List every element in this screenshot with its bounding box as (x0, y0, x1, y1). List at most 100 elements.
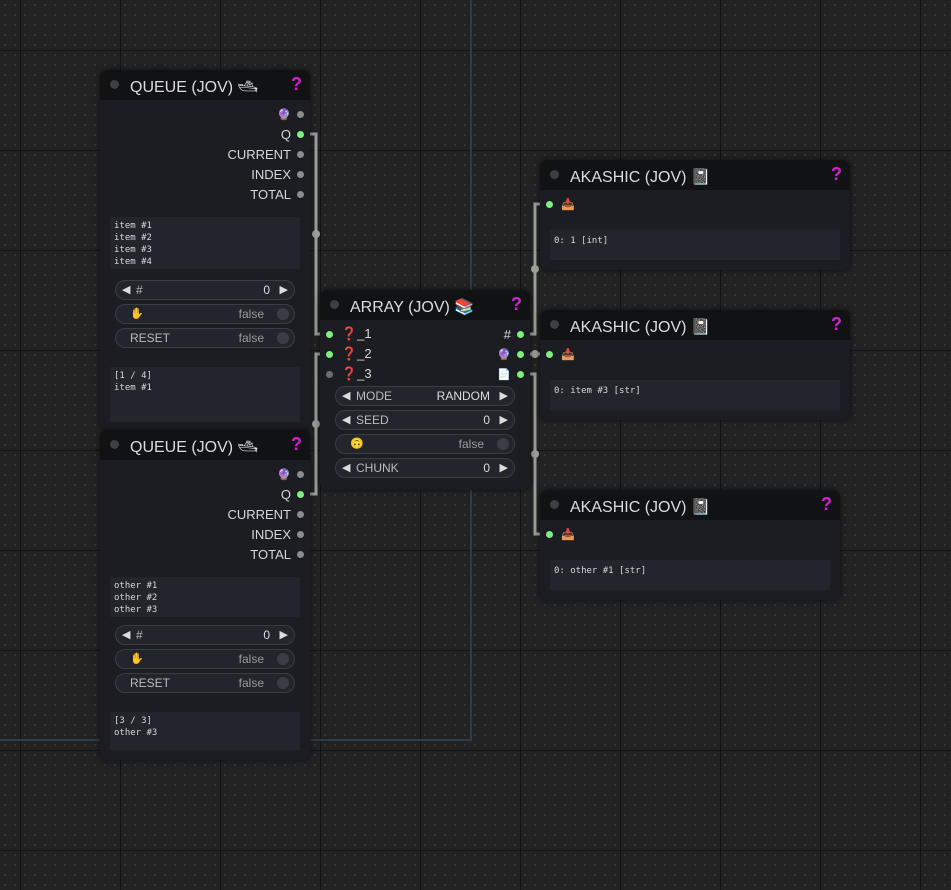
output-label: CURRENT (227, 506, 291, 522)
output-total[interactable]: TOTAL (250, 544, 310, 564)
widget-label: SEED (356, 413, 389, 427)
output-any[interactable]: 🔮 (277, 464, 310, 484)
node-header[interactable]: AKASHIC (JOV) 📓 ? (540, 490, 840, 520)
node-header[interactable]: ARRAY (JOV) 📚 ? (320, 290, 530, 320)
akashic-node-2[interactable]: AKASHIC (JOV) 📓 ? 📥 0: item #3 [str] (540, 310, 850, 420)
output-slot[interactable] (517, 350, 524, 358)
decrement-arrow-icon[interactable]: ◀ (122, 283, 130, 296)
hold-toggle[interactable]: ✋ false (115, 649, 295, 669)
output-slot[interactable] (297, 530, 304, 538)
chunk-number-widget[interactable]: ◀ CHUNK 0 ▶ (335, 458, 515, 478)
node-header[interactable]: AKASHIC (JOV) 📓 ? (540, 160, 850, 190)
output-current[interactable]: CURRENT (227, 504, 310, 524)
hold-toggle[interactable]: ✋ false (115, 304, 295, 324)
reset-toggle[interactable]: RESET false (115, 328, 295, 348)
output-slot[interactable] (297, 170, 304, 178)
display-value: 0: other #1 [str] (554, 566, 647, 576)
node-title: ARRAY (JOV) 📚 (350, 299, 475, 316)
help-icon[interactable]: ? (291, 434, 302, 455)
help-icon[interactable]: ? (821, 494, 832, 515)
collapse-toggle[interactable] (110, 440, 119, 449)
index-number-widget[interactable]: ◀ # 0 ▶ (115, 280, 295, 300)
output-q[interactable]: Q (281, 484, 310, 504)
output-label: TOTAL (250, 546, 291, 562)
toggle-value: false (238, 676, 264, 690)
toggle-knob[interactable] (277, 653, 289, 665)
output-index[interactable]: INDEX (251, 164, 310, 184)
input-any[interactable]: 📥 (540, 344, 575, 364)
output-count[interactable]: # (504, 324, 530, 344)
input-slot[interactable] (546, 350, 553, 358)
output-index[interactable]: INDEX (251, 524, 310, 544)
output-slot[interactable] (297, 490, 304, 498)
input-3[interactable]: ❓_3 (320, 364, 372, 384)
output-slot[interactable] (297, 130, 304, 138)
toggle-knob[interactable] (497, 438, 509, 450)
output-any[interactable]: 🔮 (277, 104, 310, 124)
decrement-arrow-icon[interactable]: ◀ (342, 461, 350, 474)
decrement-arrow-icon[interactable]: ◀ (342, 413, 350, 426)
input-slot[interactable] (546, 200, 553, 208)
output-slot[interactable] (297, 190, 304, 198)
index-number-widget[interactable]: ◀ # 0 ▶ (115, 625, 295, 645)
toggle-knob[interactable] (277, 308, 289, 320)
previous-arrow-icon[interactable]: ◀ (342, 389, 350, 402)
queue-node-1[interactable]: QUEUE (JOV) 🛥 ? 🔮 Q CURRENT INDEX TOTAL … (100, 70, 310, 430)
queue-text-input[interactable]: other #1 other #2 other #3 (110, 577, 300, 617)
akashic-node-3[interactable]: AKASHIC (JOV) 📓 ? 📥 0: other #1 [str] (540, 490, 840, 600)
collapse-toggle[interactable] (550, 170, 559, 179)
queue-node-2[interactable]: QUEUE (JOV) 🛥 ? 🔮 Q CURRENT INDEX TOTAL … (100, 430, 310, 760)
collapse-toggle[interactable] (110, 80, 119, 89)
reset-toggle[interactable]: RESET false (115, 673, 295, 693)
output-list[interactable]: 📄 (497, 364, 530, 384)
collapse-toggle[interactable] (550, 500, 559, 509)
output-any[interactable]: 🔮 (497, 344, 530, 364)
help-icon[interactable]: ? (511, 294, 522, 315)
input-slot[interactable] (546, 530, 553, 538)
output-q[interactable]: Q (281, 124, 310, 144)
input-slot[interactable] (326, 370, 333, 378)
decrement-arrow-icon[interactable]: ◀ (122, 628, 130, 641)
input-any[interactable]: 📥 (540, 194, 575, 214)
output-slot[interactable] (297, 470, 304, 478)
input-label: ❓_2 (341, 346, 372, 361)
seed-number-widget[interactable]: ◀ SEED 0 ▶ (335, 410, 515, 430)
node-header[interactable]: AKASHIC (JOV) 📓 ? (540, 310, 850, 340)
input-slot[interactable] (326, 350, 333, 358)
text-line: item #3 (114, 245, 152, 255)
node-header[interactable]: QUEUE (JOV) 🛥 ? (100, 70, 310, 100)
toggle-knob[interactable] (277, 332, 289, 344)
output-slot[interactable] (297, 550, 304, 558)
collapse-toggle[interactable] (550, 320, 559, 329)
next-arrow-icon[interactable]: ▶ (500, 389, 508, 402)
output-slot[interactable] (297, 510, 304, 518)
output-label: INDEX (251, 526, 291, 542)
input-any[interactable]: 📥 (540, 524, 575, 544)
help-icon[interactable]: ? (831, 164, 842, 185)
input-1[interactable]: ❓_1 (320, 324, 372, 344)
queue-text-input[interactable]: item #1 item #2 item #3 item #4 (110, 217, 300, 269)
akashic-node-1[interactable]: AKASHIC (JOV) 📓 ? 📥 0: 1 [int] (540, 160, 850, 270)
output-total[interactable]: TOTAL (250, 184, 310, 204)
input-slot[interactable] (326, 330, 333, 338)
output-label: Q (280, 486, 291, 502)
widget-value: 0 (483, 413, 490, 427)
increment-arrow-icon[interactable]: ▶ (500, 461, 508, 474)
increment-arrow-icon[interactable]: ▶ (280, 283, 288, 296)
flip-toggle[interactable]: 🙃 false (335, 434, 515, 454)
help-icon[interactable]: ? (831, 314, 842, 335)
collapse-toggle[interactable] (330, 300, 339, 309)
output-slot[interactable] (297, 110, 304, 118)
toggle-knob[interactable] (277, 677, 289, 689)
mode-combo[interactable]: ◀ MODE RANDOM ▶ (335, 386, 515, 406)
node-header[interactable]: QUEUE (JOV) 🛥 ? (100, 430, 310, 460)
increment-arrow-icon[interactable]: ▶ (500, 413, 508, 426)
output-slot[interactable] (517, 370, 524, 378)
output-slot[interactable] (297, 150, 304, 158)
output-current[interactable]: CURRENT (227, 144, 310, 164)
help-icon[interactable]: ? (291, 74, 302, 95)
input-2[interactable]: ❓_2 (320, 344, 372, 364)
increment-arrow-icon[interactable]: ▶ (280, 628, 288, 641)
output-slot[interactable] (517, 330, 524, 338)
array-node[interactable]: ARRAY (JOV) 📚 ? ❓_1 ❓_2 ❓_3 # 🔮 📄 ◀ MODE… (320, 290, 530, 490)
